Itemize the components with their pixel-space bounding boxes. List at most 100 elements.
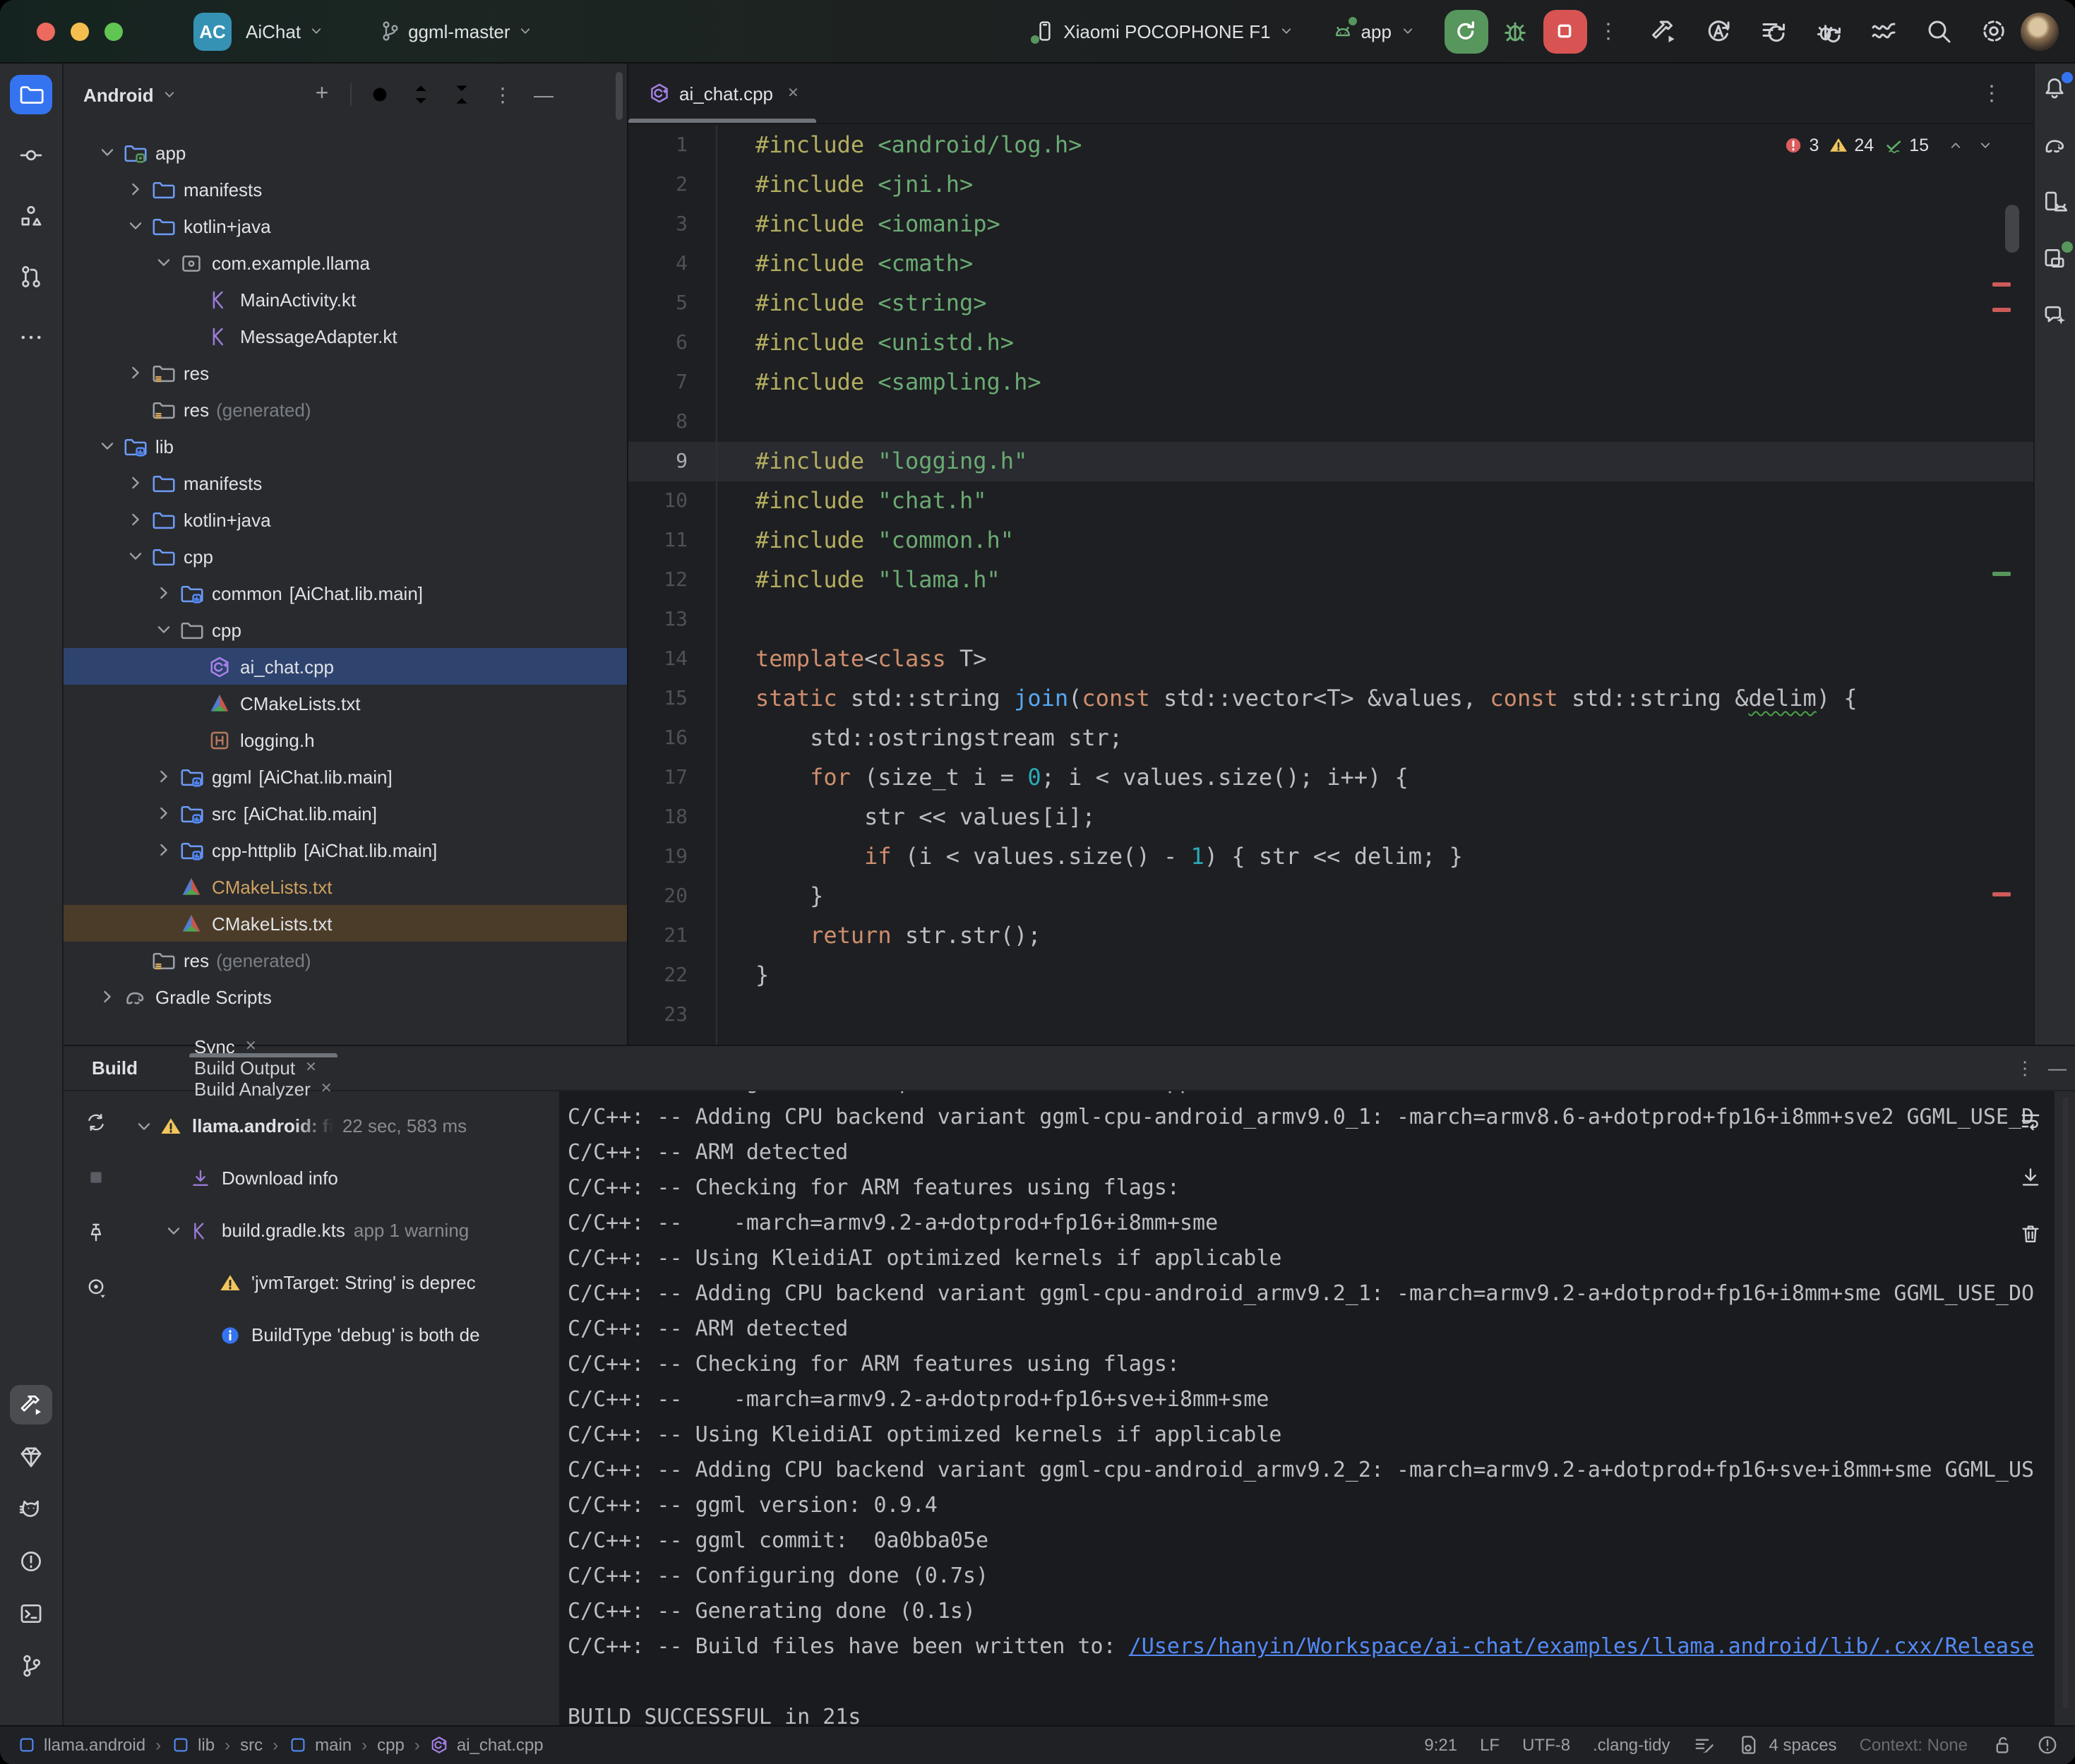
build-tree-item[interactable]: build.gradle.ktsapp 1 warning — [127, 1204, 559, 1256]
tree-item-cmakelists-txt[interactable]: CMakeLists.txt — [64, 905, 627, 942]
resync-icon[interactable] — [76, 1103, 115, 1142]
tool-strip-commit[interactable] — [10, 136, 52, 175]
close-tab-icon[interactable]: ✕ — [245, 1039, 257, 1055]
hide-build-panel-button[interactable]: — — [2048, 1057, 2067, 1079]
collapse-all-icon[interactable] — [449, 82, 474, 107]
select-opened-file-icon[interactable] — [367, 82, 393, 107]
stripe-mark[interactable] — [1992, 892, 2011, 896]
status-read-write-status[interactable] — [1990, 1734, 2013, 1757]
tree-item-logging-h[interactable]: logging.h — [64, 721, 627, 758]
settings-icon[interactable] — [1972, 10, 2014, 52]
rerun-tasks-icon[interactable] — [1752, 10, 1794, 52]
tree-item-ggml[interactable]: ggml[AiChat.lib.main] — [64, 758, 627, 795]
build-tree-item[interactable]: llama.android: fi22 sec, 583 ms — [127, 1100, 559, 1152]
console-link[interactable]: /Users/hanyin/Workspace/ai-chat/examples… — [1129, 1633, 2034, 1659]
debug-button[interactable] — [1493, 9, 1537, 53]
zoom-window-button[interactable] — [104, 22, 123, 40]
expand-all-icon[interactable] — [408, 82, 433, 107]
status-indent-config[interactable]: 4 spaces — [1738, 1734, 1837, 1757]
tool-strip-app-quality-insights[interactable] — [10, 1436, 52, 1476]
build-tab-build-analyzer[interactable]: Build Analyzer✕ — [174, 1079, 352, 1100]
tab-ai-chat-cpp[interactable]: ai_chat.cpp ✕ — [628, 64, 816, 123]
tool-strip-pull-requests[interactable] — [10, 257, 52, 296]
tool-strip-terminal[interactable] — [10, 1593, 52, 1633]
tree-item-lib[interactable]: lib — [64, 428, 627, 464]
branch-selector[interactable]: ggml-master — [367, 13, 546, 49]
status-highlighting-level[interactable] — [2035, 1734, 2058, 1757]
build-tree-item[interactable]: 'jvmTarget: String' is deprec — [127, 1256, 559, 1309]
tool-strip-notifications[interactable] — [2035, 69, 2075, 109]
apply-changes-icon[interactable] — [1697, 10, 1739, 52]
tree-item-manifests[interactable]: manifests — [64, 464, 627, 501]
tree-item-cpp-httplib[interactable]: cpp-httplib[AiChat.lib.main] — [64, 832, 627, 868]
stop-disabled-icon[interactable] — [76, 1158, 115, 1197]
rerun-button[interactable] — [1444, 9, 1488, 53]
tool-strip-running-devices[interactable] — [2035, 239, 2075, 278]
tree-item-app[interactable]: app — [64, 134, 627, 171]
close-tab-icon[interactable]: ✕ — [787, 85, 799, 101]
build-tree-item[interactable]: BuildType 'debug' is both de — [127, 1309, 559, 1361]
stop-button[interactable] — [1543, 9, 1586, 53]
build-console[interactable]: C/C++: -- Using KleidiAI optimized kerne… — [559, 1091, 2055, 1725]
tool-strip-gradle[interactable] — [2035, 126, 2075, 165]
minimize-window-button[interactable] — [71, 22, 89, 40]
more-run-options-menu[interactable]: ⋮ — [1586, 18, 1630, 44]
search-everywhere-icon[interactable] — [1917, 10, 1959, 52]
profiler-icon[interactable] — [1862, 10, 1904, 52]
tool-strip-structure[interactable] — [10, 196, 52, 236]
status-line-separator[interactable]: LF — [1480, 1736, 1500, 1756]
stripe-mark[interactable] — [1992, 308, 2011, 312]
run-config-selector[interactable]: app — [1320, 13, 1427, 49]
tree-item-common[interactable]: common[AiChat.lib.main] — [64, 575, 627, 611]
project-options-menu[interactable]: ⋮ — [490, 82, 515, 107]
status-clang-tidy[interactable]: .clang-tidy — [1593, 1736, 1670, 1756]
tool-strip-project[interactable] — [10, 75, 52, 114]
stripe-mark[interactable] — [1992, 572, 2011, 576]
prev-issue-icon[interactable] — [1947, 137, 1964, 154]
close-tab-icon[interactable]: ✕ — [321, 1081, 333, 1097]
status-formatter[interactable] — [1693, 1734, 1716, 1757]
tool-strip-logcat[interactable] — [10, 1489, 52, 1528]
breadcrumb-main[interactable]: main — [288, 1736, 352, 1756]
device-selector[interactable]: Xiaomi POCOPHONE F1 — [1022, 13, 1305, 49]
tool-strip-version-control[interactable] — [10, 1645, 52, 1685]
tool-strip-more-tool-windows[interactable] — [10, 318, 52, 357]
tree-item-mainactivity-kt[interactable]: MainActivity.kt — [64, 281, 627, 318]
tree-item-cmakelists-txt[interactable]: CMakeLists.txt — [64, 868, 627, 905]
tool-strip-gemini[interactable] — [2035, 295, 2075, 335]
tree-item-manifests[interactable]: manifests — [64, 171, 627, 208]
editor-tabs-menu[interactable]: ⋮ — [1970, 80, 2014, 106]
hide-panel-button[interactable]: — — [531, 82, 556, 107]
tree-item-src[interactable]: src[AiChat.lib.main] — [64, 795, 627, 832]
console-scrollbar[interactable] — [2062, 1097, 2068, 1708]
tree-item-ai-chat-cpp[interactable]: ai_chat.cpp — [64, 648, 627, 685]
build-tab-sync[interactable]: Sync✕ — [174, 1036, 352, 1057]
build-tree-item[interactable]: Download info — [127, 1152, 559, 1204]
scroll-to-end-icon[interactable] — [2012, 1159, 2049, 1196]
close-window-button[interactable] — [37, 22, 55, 40]
tree-item-cpp[interactable]: cpp — [64, 538, 627, 575]
tree-item-cmakelists-txt[interactable]: CMakeLists.txt — [64, 685, 627, 721]
build-icon[interactable] — [1642, 10, 1684, 52]
tree-item-com-example-llama[interactable]: com.example.llama — [64, 244, 627, 281]
tree-item-res[interactable]: res(generated) — [64, 942, 627, 978]
inspections-widget[interactable]: 3 24 15 — [1775, 131, 2002, 160]
status-caret-position[interactable]: 9:21 — [1424, 1736, 1457, 1756]
tree-item-kotlin-java[interactable]: kotlin+java — [64, 501, 627, 538]
pin-icon[interactable] — [76, 1213, 115, 1252]
clear-all-icon[interactable] — [2012, 1216, 2049, 1252]
status-run-context[interactable]: Context: None — [1860, 1736, 1968, 1756]
tree-item-cpp[interactable]: cpp — [64, 611, 627, 648]
editor-code-area[interactable]: 1#include <android/log.h>2#include <jni.… — [628, 126, 2033, 1045]
add-button[interactable]: + — [309, 82, 335, 107]
project-scrollbar[interactable] — [616, 72, 623, 120]
build-tab-build-output[interactable]: Build Output✕ — [174, 1057, 352, 1079]
stripe-mark[interactable] — [1992, 282, 2011, 287]
breadcrumb-ai-chat-cpp[interactable]: ai_chat.cpp — [430, 1736, 544, 1756]
tree-item-res[interactable]: res(generated) — [64, 391, 627, 428]
tool-strip-build[interactable] — [10, 1384, 52, 1424]
editor-scrollbar[interactable] — [2005, 205, 2019, 253]
attach-debugger-icon[interactable] — [1807, 10, 1849, 52]
breadcrumb-lib[interactable]: lib — [171, 1736, 215, 1756]
tool-strip-device-manager[interactable] — [2035, 182, 2075, 222]
